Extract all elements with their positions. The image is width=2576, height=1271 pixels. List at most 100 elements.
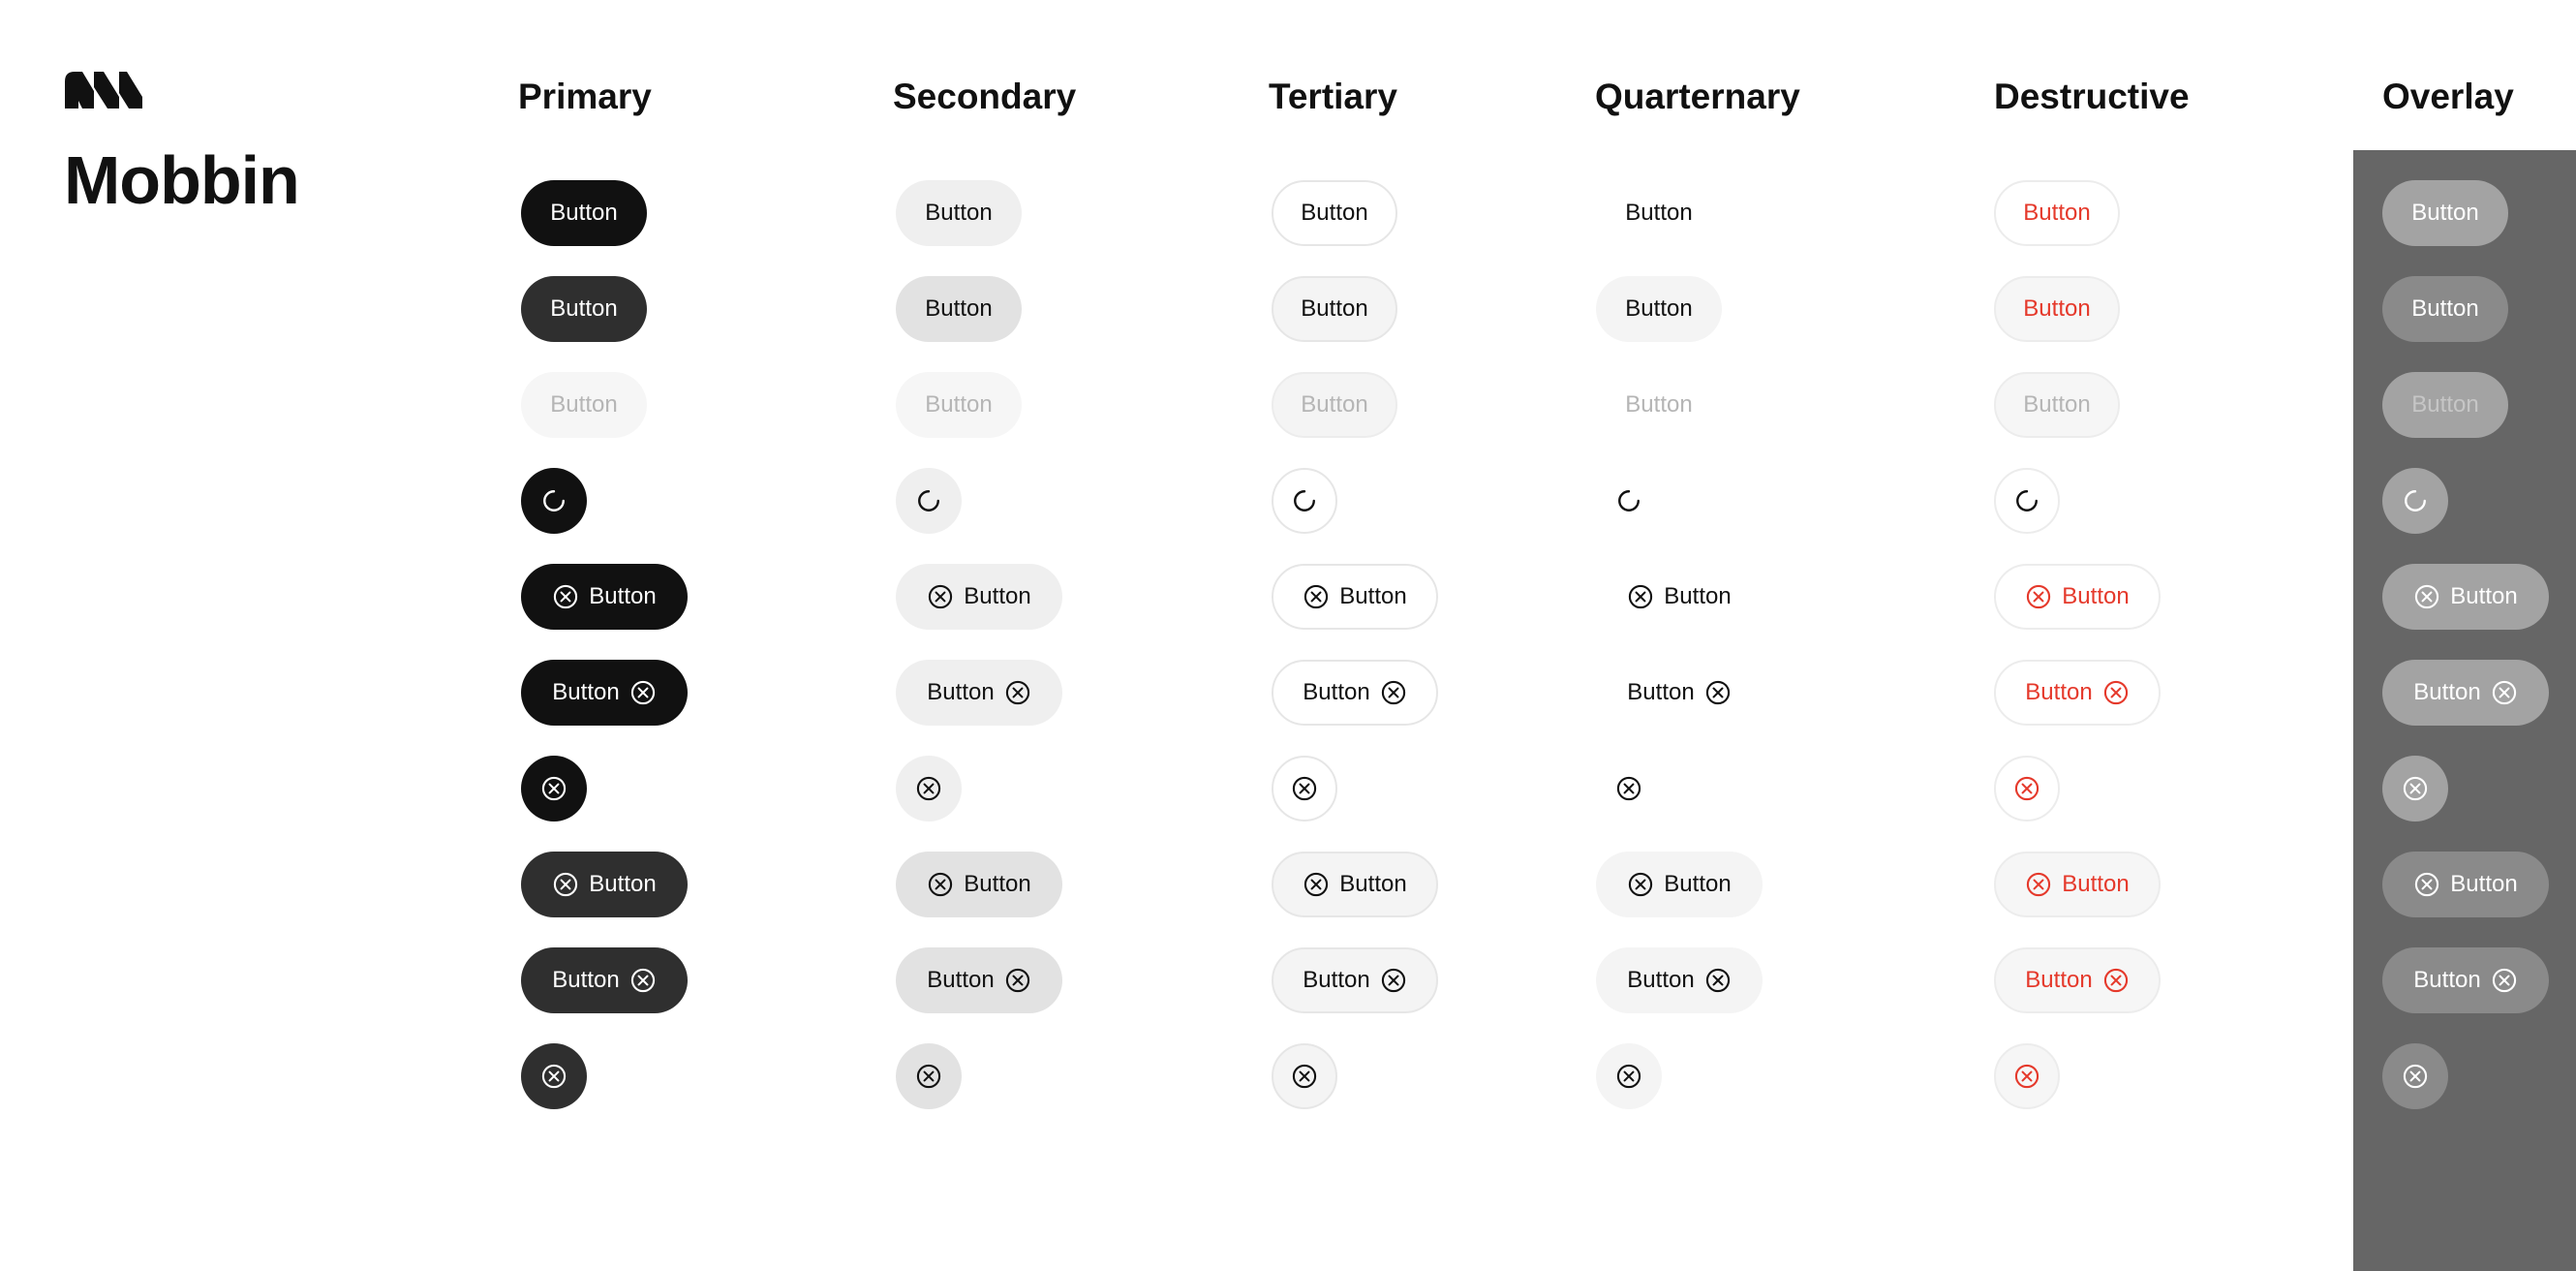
quarternary-button-pressed-leading-icon[interactable]: Button [1596, 852, 1763, 917]
destructive-button-default-text[interactable]: Button [1994, 180, 2120, 246]
circle-x-icon [2027, 584, 2051, 609]
secondary-button-default-text[interactable]: Button [896, 180, 1022, 246]
primary-button-pressed-icon-only[interactable] [521, 1043, 587, 1109]
quarternary-button-default-leading-icon[interactable]: Button [1596, 564, 1763, 630]
circle-x-icon [2403, 1064, 2428, 1089]
tertiary-button-default-leading-icon[interactable]: Button [1272, 564, 1438, 630]
circle-x-icon [2103, 968, 2128, 993]
destructive-button-pressed-leading-icon[interactable]: Button [1994, 852, 2161, 917]
overlay-button-loading-spinner[interactable] [2382, 468, 2448, 534]
primary-button-disabled-text[interactable]: Button [521, 372, 647, 438]
circle-x-icon [2103, 680, 2128, 705]
tertiary-button-pressed-leading-icon[interactable]: Button [1272, 852, 1438, 917]
quarternary-button-default-trailing-icon[interactable]: Button [1596, 660, 1763, 726]
secondary-button-default-leading-icon[interactable]: Button [896, 564, 1062, 630]
button-label: Button [1627, 967, 1695, 993]
button-label: Button [1339, 583, 1407, 609]
circle-x-icon [2014, 1064, 2039, 1089]
circle-x-icon [630, 680, 655, 705]
primary-button-pressed-text[interactable]: Button [521, 276, 647, 342]
primary-button-loading-spinner[interactable] [521, 468, 587, 534]
tertiary-button-pressed-trailing-icon[interactable]: Button [1272, 947, 1438, 1013]
button-label: Button [2062, 871, 2130, 897]
destructive-button-disabled-text[interactable]: Button [1994, 372, 2120, 438]
secondary-button-default-icon-only[interactable] [896, 756, 962, 822]
quarternary-button-loading-spinner[interactable] [1596, 468, 1662, 534]
primary-button-default-trailing-icon[interactable]: Button [521, 660, 688, 726]
circle-x-icon [1005, 680, 1029, 705]
tertiary-button-disabled-text[interactable]: Button [1272, 372, 1397, 438]
circle-x-icon [1705, 680, 1730, 705]
primary-button-default-text[interactable]: Button [521, 180, 647, 246]
secondary-button-loading-spinner[interactable] [896, 468, 962, 534]
destructive-button-pressed-text[interactable]: Button [1994, 276, 2120, 342]
circle-x-icon [2403, 776, 2428, 801]
tertiary-button-default-text[interactable]: Button [1272, 180, 1397, 246]
destructive-button-pressed-icon-only[interactable] [1994, 1043, 2060, 1109]
circle-x-icon [554, 872, 578, 897]
quarternary-button-default-text[interactable]: Button [1596, 180, 1722, 246]
primary-button-pressed-leading-icon[interactable]: Button [521, 852, 688, 917]
tertiary-button-default-icon-only[interactable] [1272, 756, 1337, 822]
overlay-button-disabled-text[interactable]: Button [2382, 372, 2508, 438]
button-label: Button [1625, 200, 1693, 226]
secondary-button-pressed-icon-only[interactable] [896, 1043, 962, 1109]
circle-x-icon [1629, 584, 1653, 609]
button-label: Button [1303, 967, 1370, 993]
spinner-icon [918, 490, 939, 512]
circle-x-icon [554, 584, 578, 609]
circle-x-icon [916, 1064, 941, 1089]
quarternary-button-default-icon-only[interactable] [1596, 756, 1662, 822]
button-label: Button [1301, 295, 1368, 322]
circle-x-icon [1292, 776, 1317, 801]
button-label: Button [925, 200, 993, 226]
button-label: Button [1664, 583, 1732, 609]
circle-x-icon [1304, 584, 1329, 609]
tertiary-button-pressed-icon-only[interactable] [1272, 1043, 1337, 1109]
overlay-button-default-trailing-icon[interactable]: Button [2382, 660, 2549, 726]
circle-x-icon [2492, 680, 2516, 705]
secondary-button-disabled-text[interactable]: Button [896, 372, 1022, 438]
button-label: Button [550, 200, 618, 226]
destructive-button-default-trailing-icon[interactable]: Button [1994, 660, 2161, 726]
overlay-button-pressed-trailing-icon[interactable]: Button [2382, 947, 2549, 1013]
secondary-button-default-trailing-icon[interactable]: Button [896, 660, 1062, 726]
overlay-button-default-icon-only[interactable] [2382, 756, 2448, 822]
button-label: Button [2411, 391, 2479, 418]
button-label: Button [2411, 295, 2479, 322]
overlay-button-default-leading-icon[interactable]: Button [2382, 564, 2549, 630]
secondary-button-pressed-leading-icon[interactable]: Button [896, 852, 1062, 917]
circle-x-icon [1381, 680, 1405, 705]
button-label: Button [1627, 679, 1695, 705]
circle-x-icon [541, 776, 567, 801]
overlay-button-default-text[interactable]: Button [2382, 180, 2508, 246]
tertiary-button-default-trailing-icon[interactable]: Button [1272, 660, 1438, 726]
circle-x-icon [1005, 968, 1029, 993]
secondary-button-pressed-text[interactable]: Button [896, 276, 1022, 342]
primary-button-default-icon-only[interactable] [521, 756, 587, 822]
circle-x-icon [1616, 776, 1641, 801]
destructive-button-default-leading-icon[interactable]: Button [1994, 564, 2161, 630]
quarternary-button-disabled-text[interactable]: Button [1596, 372, 1722, 438]
destructive-button-default-icon-only[interactable] [1994, 756, 2060, 822]
circle-x-icon [1705, 968, 1730, 993]
secondary-button-pressed-trailing-icon[interactable]: Button [896, 947, 1062, 1013]
button-label: Button [2023, 200, 2091, 226]
tertiary-button-pressed-text[interactable]: Button [1272, 276, 1397, 342]
destructive-button-pressed-trailing-icon[interactable]: Button [1994, 947, 2161, 1013]
button-label: Button [927, 967, 995, 993]
overlay-button-pressed-leading-icon[interactable]: Button [2382, 852, 2549, 917]
circle-x-icon [1629, 872, 1653, 897]
overlay-button-pressed-icon-only[interactable] [2382, 1043, 2448, 1109]
tertiary-button-loading-spinner[interactable] [1272, 468, 1337, 534]
button-label: Button [2413, 967, 2481, 993]
primary-button-pressed-trailing-icon[interactable]: Button [521, 947, 688, 1013]
quarternary-button-pressed-icon-only[interactable] [1596, 1043, 1662, 1109]
overlay-button-pressed-text[interactable]: Button [2382, 276, 2508, 342]
quarternary-button-pressed-trailing-icon[interactable]: Button [1596, 947, 1763, 1013]
buttons-canvas: Mobbin Primary Button Button Button Button Bu… [0, 0, 2576, 1271]
quarternary-button-pressed-text[interactable]: Button [1596, 276, 1722, 342]
destructive-button-loading-spinner[interactable] [1994, 468, 2060, 534]
primary-button-default-leading-icon[interactable]: Button [521, 564, 688, 630]
button-label: Button [964, 583, 1031, 609]
